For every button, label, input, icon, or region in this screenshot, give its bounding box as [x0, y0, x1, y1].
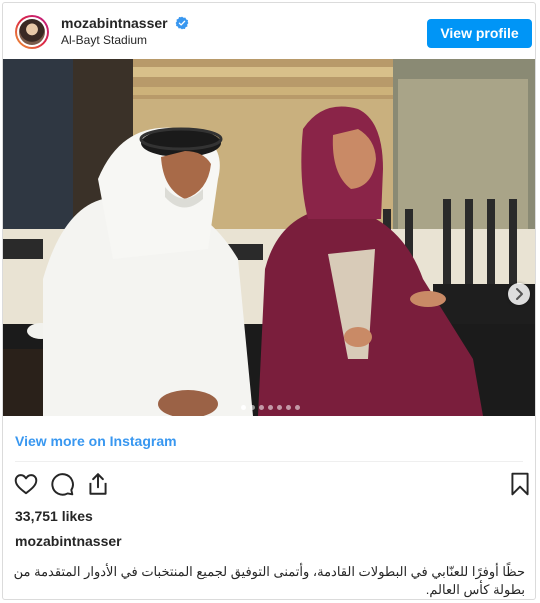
caption-text: حظًا أوفرًا للعنّابي في البطولات القادمة…	[13, 564, 525, 597]
verified-icon	[175, 16, 189, 30]
carousel-dot	[268, 405, 273, 410]
comment-icon[interactable]	[49, 471, 75, 497]
caption-username[interactable]: mozabintnasser	[15, 533, 122, 549]
instagram-embed-card: mozabintnasser Al-Bayt Stadium View prof…	[2, 2, 536, 600]
heart-icon[interactable]	[13, 471, 39, 497]
username-link[interactable]: mozabintnasser	[61, 15, 168, 31]
post-header: mozabintnasser Al-Bayt Stadium View prof…	[3, 3, 535, 59]
carousel-dot	[250, 405, 255, 410]
view-profile-button[interactable]: View profile	[427, 19, 532, 48]
bookmark-icon[interactable]	[507, 471, 533, 497]
view-more-link[interactable]: View more on Instagram	[15, 433, 177, 449]
carousel-dot	[277, 405, 282, 410]
carousel-indicator	[239, 397, 302, 410]
action-bar	[3, 469, 535, 501]
post-photo-illustration	[3, 59, 535, 416]
carousel-dot	[295, 405, 300, 410]
avatar-photo	[19, 19, 45, 45]
share-icon[interactable]	[85, 471, 111, 497]
likes-count[interactable]: 33,751 likes	[15, 508, 93, 524]
post-photo[interactable]	[3, 59, 535, 416]
carousel-next-button[interactable]	[508, 283, 530, 305]
carousel-dot	[241, 405, 246, 410]
carousel-dot	[259, 405, 264, 410]
carousel-dot	[286, 405, 291, 410]
location-link[interactable]: Al-Bayt Stadium	[61, 33, 147, 47]
divider	[15, 461, 523, 462]
avatar[interactable]	[15, 15, 49, 49]
chevron-right-icon	[516, 288, 523, 300]
